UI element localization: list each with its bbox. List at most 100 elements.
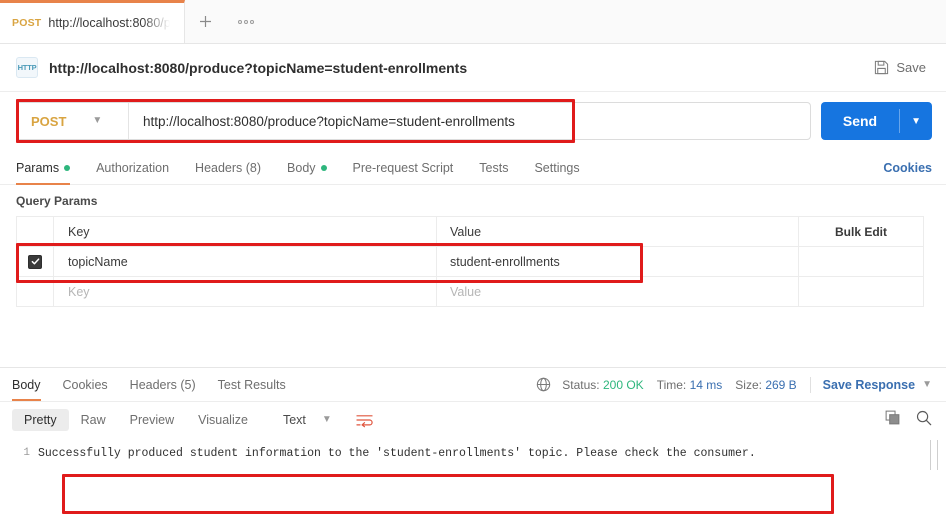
status-label: Status: 200 OK [562,378,643,392]
request-tabs: Params Authorization Headers (8) Body Pr… [0,152,946,185]
meta-divider [809,376,811,393]
response-tab-headers-label: Headers (5) [129,377,196,392]
response-tab-body-label: Body [12,377,41,392]
row-value[interactable]: student-enrollments [437,247,799,276]
tab-strip-filler [267,0,946,43]
line-number-gutter: 1 [23,447,30,459]
response-body-viewer: 1 Successfully produced student informat… [0,438,946,470]
floppy-disk-icon [875,60,889,75]
query-params-title: Query Params [16,194,98,208]
search-icon [916,410,932,425]
response-view-bar: Pretty Raw Preview Visualize Text ▼ [0,402,946,438]
tab-headers-label: Headers (8) [195,161,262,175]
method-selector[interactable]: POST ▼ [17,103,129,139]
tab-pre-request-script[interactable]: Pre-request Script [353,152,454,185]
tab-params-label: Params [16,161,60,175]
header-value: Value [437,217,799,246]
empty-row-key-input[interactable]: Key [54,277,437,306]
view-tab-visualize[interactable]: Visualize [186,409,260,431]
table-row[interactable]: topicName student-enrollments [17,247,923,277]
response-meta: Status: 200 OK Time: 14 ms Size: 269 B S… [536,376,932,393]
chevron-down-icon: ▼ [922,378,932,390]
modified-indicator-dot [320,165,327,171]
view-tab-preview[interactable]: Preview [118,409,186,431]
tab-more-options-button[interactable] [225,0,267,43]
size-value: 269 B [765,377,797,392]
response-actions [885,410,932,431]
chevron-down-icon: ▼ [321,414,332,425]
time-label: Time: 14 ms [657,378,723,392]
tab-tests[interactable]: Tests [479,152,508,185]
tab-settings[interactable]: Settings [534,152,579,185]
checkbox-checked-icon[interactable] [28,254,42,269]
tab-headers[interactable]: Headers (8) [195,152,261,185]
tab-body[interactable]: Body [287,152,327,185]
row-actions [799,247,923,276]
view-tab-pretty[interactable]: Pretty [12,409,69,431]
copy-button[interactable] [885,410,900,430]
row-key[interactable]: topicName [54,247,437,276]
response-tab-test-results-label: Test Results [217,377,286,392]
empty-row-checkbox-cell[interactable] [17,277,54,306]
save-button[interactable]: Save [868,56,932,79]
bulk-edit-button[interactable]: Bulk Edit [799,217,923,246]
tab-tests-label: Tests [479,161,509,175]
chevron-down-icon: ▼ [92,115,103,126]
plus-icon [199,16,211,27]
save-response-button[interactable]: Save Response ▼ [823,378,932,392]
globe-icon[interactable] [536,377,551,392]
response-body-text[interactable]: Successfully produced student informatio… [38,438,946,463]
copy-icon [885,410,900,425]
size-label-text: Size: [735,377,762,392]
response-tab-test-results[interactable]: Test Results [218,368,286,401]
vertical-scrollbar[interactable] [930,440,938,470]
request-name-bar: HTTP http://localhost:8080/produce?topic… [0,44,946,92]
response-tab-headers[interactable]: Headers (5) [130,368,196,401]
format-select-value: Text [282,413,306,427]
empty-row-actions [799,277,923,306]
header-checkbox-cell [17,217,54,246]
view-tab-raw[interactable]: Raw [69,409,118,431]
tab-settings-label: Settings [534,161,580,175]
row-checkbox-cell[interactable] [17,247,54,276]
http-protocol-icon: HTTP [16,57,38,78]
response-tabs: Body Cookies Headers (5) Test Results St… [0,368,946,402]
header-key: Key [54,217,437,246]
status-label-text: Status: [562,377,600,392]
tab-params[interactable]: Params [16,152,71,185]
dot-icon [244,19,249,24]
query-params-table: Key Value Bulk Edit topicName student-en… [16,216,924,307]
empty-row-value-input[interactable]: Value [437,277,799,306]
send-button[interactable]: Send [821,102,899,140]
cookies-link[interactable]: Cookies [883,161,932,175]
send-options-button[interactable]: ▼ [900,102,932,140]
table-row-empty[interactable]: Key Value [17,277,923,307]
url-row: POST ▼ http://localhost:8080/produce?top… [0,92,946,152]
annotation-box-response-body [62,474,834,514]
word-wrap-button[interactable] [351,410,378,431]
response-tab-cookies[interactable]: Cookies [63,368,108,401]
response-tab-body[interactable]: Body [12,368,41,401]
request-tab-active[interactable]: POST http://localhost:8080/pr [0,0,186,43]
method-label: POST [31,113,67,129]
request-name[interactable]: http://localhost:8080/produce?topicName=… [49,60,467,76]
send-button-group: Send ▼ [820,102,932,140]
check-icon [31,258,39,265]
time-value: 14 ms [689,377,723,392]
tab-authorization-label: Authorization [96,161,170,175]
format-select[interactable]: Text ▼ [274,409,341,431]
search-button[interactable] [916,410,932,431]
new-tab-button[interactable] [185,0,225,43]
table-header-row: Key Value Bulk Edit [17,217,923,247]
request-tab-method: POST [12,17,42,29]
url-field-group: POST ▼ http://localhost:8080/produce?top… [16,102,811,140]
url-input[interactable]: http://localhost:8080/produce?topicName=… [129,103,810,139]
dot-icon [250,19,255,24]
save-button-label: Save [896,60,926,75]
modified-indicator-dot [64,165,71,171]
tab-body-label: Body [287,161,316,175]
tab-authorization[interactable]: Authorization [96,152,169,185]
dot-icon [238,19,243,24]
request-tab-strip: POST http://localhost:8080/pr [0,0,946,44]
tab-pre-request-script-label: Pre-request Script [352,161,454,175]
